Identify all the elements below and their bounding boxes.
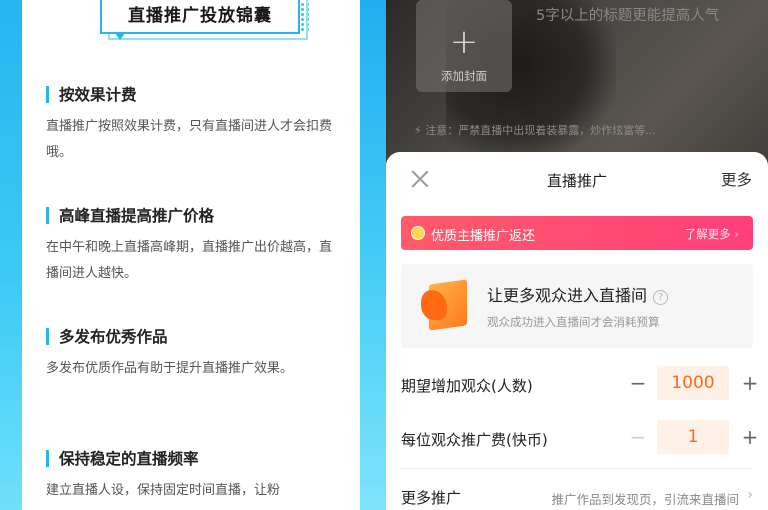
audience-illustration-icon [419,278,469,334]
tip-item: 多发布优秀作品 多发布优质作品有助于提升直播推广效果。 [46,326,336,382]
tip-body: 建立直播人设，保持固定时间直播，让粉 [46,483,281,498]
increase-audience-button[interactable]: + [735,368,765,398]
goal-title: 让更多观众进入直播间? [487,282,669,306]
decrease-audience-button[interactable]: − [623,368,653,398]
add-cover-label: 添加封面 [441,69,487,83]
tip-title: 高峰直播提高推广价格 [59,207,215,225]
tip-body: 多发布优质作品有助于提升直播推广效果。 [46,361,294,376]
more-promotion-label: 更多推广 [401,489,462,507]
tip-body: 在中午和晚上直播高峰期，直播推广出价越高，直播间进人越快。 [46,240,333,281]
promotion-sheet: 直播推广 更多 优质主播推广返还 了解更多 › 让更多观众进入直播间? 观众成功… [386,152,768,510]
tip-accent-bar [46,449,49,467]
title-hint: 5字以上的标题更能提高人气 [536,8,720,24]
tip-accent-bar [46,206,49,224]
goal-subtitle: 观众成功进入直播间才会消耗预算 [487,315,660,329]
fee-per-viewer-row: 每位观众推广费(快币) − 1 + [401,420,758,460]
tips-banner: 直播推广投放锦囊 [80,0,312,46]
background-left [0,0,22,510]
tip-title: 按效果计费 [59,86,137,104]
banner-title: 直播推广投放锦囊 [128,5,272,26]
tip-accent-bar [46,85,49,103]
more-promotion-row[interactable]: 更多推广 推广作品到发现页，引流来直播间 › [401,478,753,510]
lightning-icon: ⚡ [414,124,426,137]
decrease-fee-button[interactable]: − [623,422,653,452]
increase-fee-button[interactable]: + [735,422,765,452]
fee-input[interactable]: 1 [657,420,729,454]
tip-item: 高峰直播提高推广价格 在中午和晚上直播高峰期，直播推广出价越高，直播间进人越快。 [46,205,336,287]
expected-audience-label: 期望增加观众(人数) [401,377,533,395]
divider [401,468,753,469]
goal-card[interactable]: 让更多观众进入直播间? 观众成功进入直播间才会消耗预算 [401,264,753,348]
more-promotion-value: 推广作品到发现页，引流来直播间 [551,492,739,507]
learn-more-link[interactable]: 了解更多 › [685,226,739,242]
tips-panel: 直播推广投放锦囊 按效果计费 直播推广按照效果计费，只有直播间进人才会扣费哦。 … [22,0,360,510]
banner-frame: 直播推广投放锦囊 [100,0,300,34]
more-button[interactable]: 更多 [721,168,752,190]
speech-tail-icon [114,32,126,40]
promo-banner[interactable]: 优质主播推广返还 了解更多 › [401,216,753,250]
coin-icon [411,226,425,240]
warning-text: 注意：严禁直播中出现着装暴露，炒作炫富等... [425,124,656,137]
tip-item: 保持稳定的直播频率 建立直播人设，保持固定时间直播，让粉 [46,448,336,504]
background-divider [360,0,386,510]
chevron-right-icon: › [747,487,753,503]
expected-audience-row: 期望增加观众(人数) − 1000 + [401,366,758,406]
sheet-title: 直播推广 [546,172,607,190]
tip-title: 多发布优秀作品 [59,328,168,346]
tip-accent-bar [46,327,49,345]
plus-icon: + [449,22,479,62]
help-icon[interactable]: ? [653,290,669,305]
tip-body: 直播推广按照效果计费，只有直播间进人才会扣费哦。 [46,119,333,160]
audience-count-input[interactable]: 1000 [657,366,729,400]
tip-item: 按效果计费 直播推广按照效果计费，只有直播间进人才会扣费哦。 [46,84,336,166]
add-cover-button[interactable]: + 添加封面 [416,0,512,92]
tip-title: 保持稳定的直播频率 [59,450,199,468]
sheet-header: 直播推广 更多 [386,152,768,206]
live-promotion-screen: + 添加封面 5字以上的标题更能提高人气 ⚡ 注意：严禁直播中出现着装暴露，炒作… [386,0,768,510]
warning-notice: ⚡ 注意：严禁直播中出现着装暴露，炒作炫富等... [414,122,754,138]
promo-text: 优质主播推广返还 [431,229,536,244]
fee-per-viewer-label: 每位观众推广费(快币) [401,431,548,449]
